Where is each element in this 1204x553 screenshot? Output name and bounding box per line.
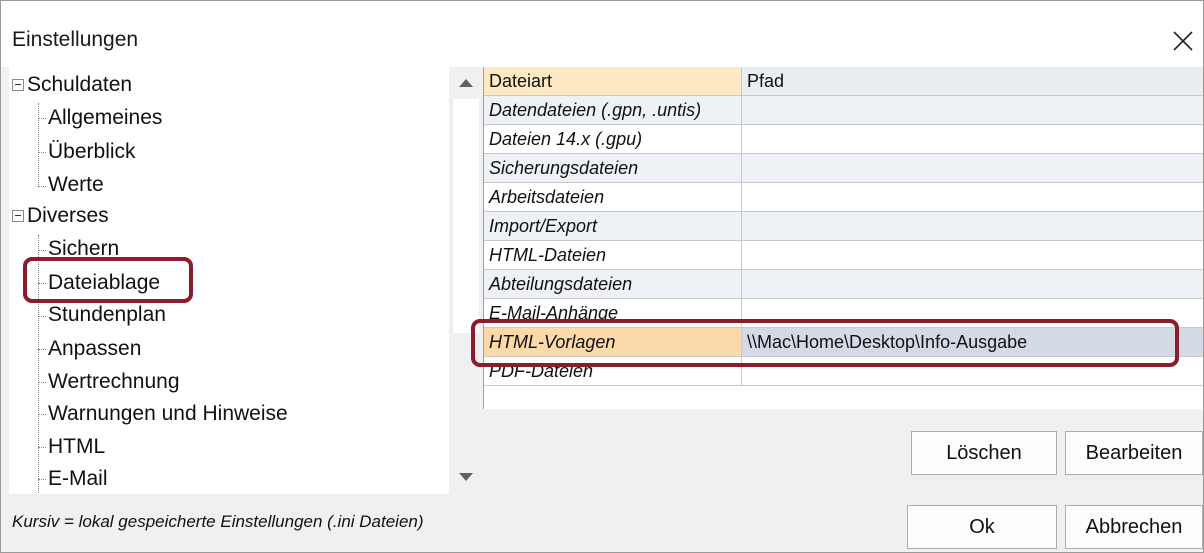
tree-item-anpassen[interactable]: Anpassen bbox=[48, 333, 141, 365]
tree-item-html[interactable]: HTML bbox=[48, 431, 105, 463]
tree-scrollbar[interactable] bbox=[449, 67, 483, 494]
grid-cell-type[interactable]: HTML-Dateien bbox=[484, 241, 742, 270]
window-title: Einstellungen bbox=[12, 28, 139, 51]
grid-cell-type[interactable]: Datendateien (.gpn, .untis) bbox=[484, 96, 742, 125]
tree-connector bbox=[38, 103, 39, 187]
grid-cell-path[interactable] bbox=[742, 299, 1203, 328]
scroll-up-icon bbox=[459, 79, 473, 87]
tree-connector bbox=[38, 283, 46, 284]
grid-cell-path[interactable] bbox=[742, 96, 1203, 125]
grid-cell-type[interactable]: PDF-Dateien bbox=[484, 357, 742, 386]
delete-button[interactable]: Löschen bbox=[911, 431, 1057, 475]
grid-cell-path[interactable] bbox=[742, 212, 1203, 241]
edit-button[interactable]: Bearbeiten bbox=[1065, 431, 1203, 475]
tree-item-ueberblick[interactable]: Überblick bbox=[48, 136, 136, 168]
grid-cell-type-selected[interactable]: HTML-Vorlagen bbox=[484, 328, 742, 357]
tree-connector bbox=[38, 349, 46, 350]
tree-connector bbox=[38, 447, 46, 448]
grid-cell-type[interactable]: Abteilungsdateien bbox=[484, 270, 742, 299]
tree-group-schuldaten[interactable]: Schuldaten bbox=[27, 69, 132, 101]
tree-connector bbox=[38, 152, 46, 153]
scroll-down-button[interactable] bbox=[449, 463, 483, 493]
settings-dialog: Einstellungen Schuldaten Allgemeines Übe… bbox=[0, 0, 1204, 553]
tree-connector bbox=[38, 250, 46, 251]
column-header-pfad[interactable]: Pfad bbox=[742, 67, 1203, 96]
tree-connector bbox=[38, 235, 39, 494]
tree-item-warnungen[interactable]: Warnungen und Hinweise bbox=[48, 398, 288, 430]
grid-cell-path[interactable] bbox=[742, 154, 1203, 183]
tree-group-diverses[interactable]: Diverses bbox=[27, 200, 109, 232]
grid-cell-path[interactable] bbox=[742, 241, 1203, 270]
close-icon bbox=[1173, 31, 1193, 51]
grid-cell-path[interactable] bbox=[742, 357, 1203, 386]
grid-cell-type[interactable]: Import/Export bbox=[484, 212, 742, 241]
grid-cell-path[interactable] bbox=[742, 125, 1203, 154]
tree-connector bbox=[38, 479, 46, 480]
tree-item-sichern[interactable]: Sichern bbox=[48, 233, 119, 265]
scroll-down-icon bbox=[459, 473, 473, 481]
grid-cell-path-selected[interactable]: \\Mac\Home\Desktop\Info-Ausgabe bbox=[742, 328, 1203, 357]
tree-item-allgemeines[interactable]: Allgemeines bbox=[48, 102, 162, 134]
footer-note: Kursiv = lokal gespeicherte Einstellunge… bbox=[12, 512, 424, 531]
grid-cell-type[interactable]: E-Mail-Anhänge bbox=[484, 299, 742, 328]
scroll-up-button[interactable] bbox=[449, 67, 483, 97]
tree-connector bbox=[38, 186, 46, 187]
tree-item-stundenplan[interactable]: Stundenplan bbox=[48, 299, 166, 331]
title-bar: Einstellungen bbox=[1, 1, 1203, 67]
ok-button[interactable]: Ok bbox=[907, 505, 1057, 549]
grid-cell-path[interactable] bbox=[742, 183, 1203, 212]
collapse-icon[interactable] bbox=[12, 79, 24, 91]
tree-item-dateiablage[interactable]: Dateiablage bbox=[48, 267, 160, 299]
close-button[interactable] bbox=[1159, 21, 1203, 61]
tree-item-wertrechnung[interactable]: Wertrechnung bbox=[48, 366, 180, 398]
tree-connector bbox=[38, 316, 46, 317]
grid-cell-type[interactable]: Arbeitsdateien bbox=[484, 183, 742, 212]
grid-cell-path[interactable] bbox=[742, 270, 1203, 299]
grid-cell-type[interactable]: Dateien 14.x (.gpu) bbox=[484, 125, 742, 154]
cancel-button[interactable]: Abbrechen bbox=[1065, 505, 1203, 549]
tree-connector bbox=[38, 118, 46, 119]
tree-item-werte[interactable]: Werte bbox=[48, 169, 104, 201]
tree-connector bbox=[38, 382, 46, 383]
collapse-icon[interactable] bbox=[12, 210, 24, 222]
file-location-grid: Dateiart Pfad Datendateien (.gpn, .untis… bbox=[483, 67, 1203, 409]
settings-tree: Schuldaten Allgemeines Überblick Werte D… bbox=[9, 67, 449, 494]
column-header-dateiart[interactable]: Dateiart bbox=[484, 67, 742, 96]
tree-connector bbox=[38, 414, 46, 415]
tree-item-email[interactable]: E-Mail bbox=[48, 463, 108, 494]
grid-cell-type[interactable]: Sicherungsdateien bbox=[484, 154, 742, 183]
scroll-thumb[interactable] bbox=[453, 99, 479, 333]
